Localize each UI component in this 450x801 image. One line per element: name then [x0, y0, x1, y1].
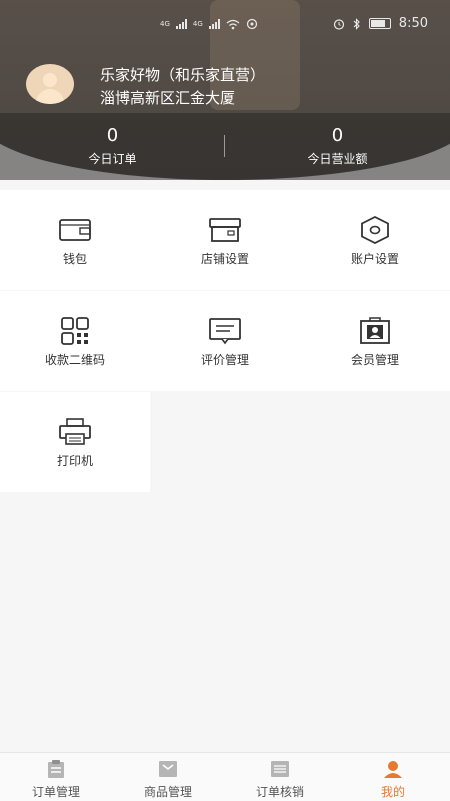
carrier-label-1: 4G — [160, 20, 170, 28]
menu-label: 打印机 — [56, 454, 93, 468]
wifi-icon — [226, 19, 240, 29]
qrcode-icon — [61, 317, 89, 345]
stat-label: 今日营业额 — [307, 152, 368, 166]
tab-label: 商品管理 — [143, 785, 192, 799]
bottom-tab-bar: 订单管理 商品管理 订单核销 我的 — [0, 752, 450, 801]
menu-label: 收款二维码 — [44, 353, 105, 367]
menu-item-member-management[interactable]: 会员管理 — [300, 291, 450, 391]
wallet-icon — [59, 219, 91, 241]
tab-order-verification[interactable]: 订单核销 — [224, 753, 336, 801]
tab-label: 我的 — [380, 785, 405, 799]
stat-today-orders[interactable]: 0 今日订单 — [0, 113, 225, 167]
profile-header: 4G 4G 8:50 乐家好物（和乐家直营） 淄博高新区汇金大厦 0 今日订单 … — [0, 0, 450, 180]
status-bar: 4G 4G 8:50 — [0, 0, 450, 52]
menu-item-wallet[interactable]: 钱包 — [0, 190, 150, 290]
menu-label: 评价管理 — [200, 353, 249, 367]
store-icon — [209, 218, 241, 242]
status-right: 8:50 — [333, 16, 428, 31]
status-signals: 4G 4G — [160, 18, 258, 30]
status-time: 8:50 — [398, 16, 428, 31]
menu-item-payment-qrcode[interactable]: 收款二维码 — [0, 291, 150, 391]
location-status-icon — [246, 18, 257, 30]
store-name: 乐家好物（和乐家直营） — [100, 66, 266, 84]
menu-item-account-settings[interactable]: 账户设置 — [300, 190, 450, 290]
avatar[interactable] — [26, 64, 74, 104]
bluetooth-icon — [353, 17, 360, 30]
signal-icon-2 — [208, 19, 220, 29]
menu-item-review-management[interactable]: 评价管理 — [150, 291, 300, 391]
carrier-label-2: 4G — [192, 20, 203, 28]
tab-mine[interactable]: 我的 — [336, 753, 450, 801]
stat-value: 0 — [106, 125, 119, 146]
menu-label: 会员管理 — [350, 353, 399, 367]
printer-icon — [59, 418, 91, 445]
clipboard-icon — [48, 760, 64, 778]
stat-label: 今日订单 — [88, 152, 137, 166]
tab-product-management[interactable]: 商品管理 — [112, 753, 224, 801]
store-address: 淄博高新区汇金大厦 — [100, 89, 236, 107]
signal-icon — [175, 19, 187, 29]
tab-order-management[interactable]: 订单管理 — [0, 753, 112, 801]
menu-item-store-settings[interactable]: 店铺设置 — [150, 190, 300, 290]
stats-band: 0 今日订单 0 今日营业额 — [0, 113, 450, 180]
battery-icon — [368, 18, 391, 29]
tab-label: 订单管理 — [31, 785, 80, 799]
menu-label: 店铺设置 — [200, 252, 249, 266]
tab-label: 订单核销 — [255, 785, 304, 799]
menu-label: 钱包 — [62, 252, 87, 266]
stat-today-revenue[interactable]: 0 今日营业额 — [225, 113, 450, 167]
member-card-icon — [360, 317, 390, 344]
user-icon — [384, 761, 402, 778]
box-icon — [159, 761, 177, 777]
menu-label: 账户设置 — [350, 252, 399, 266]
comment-icon — [209, 318, 241, 345]
scan-icon — [271, 761, 289, 777]
menu-item-printer[interactable]: 打印机 — [0, 392, 150, 492]
alarm-icon — [333, 18, 344, 30]
hexagon-settings-icon — [361, 216, 389, 244]
stat-value: 0 — [331, 125, 344, 146]
